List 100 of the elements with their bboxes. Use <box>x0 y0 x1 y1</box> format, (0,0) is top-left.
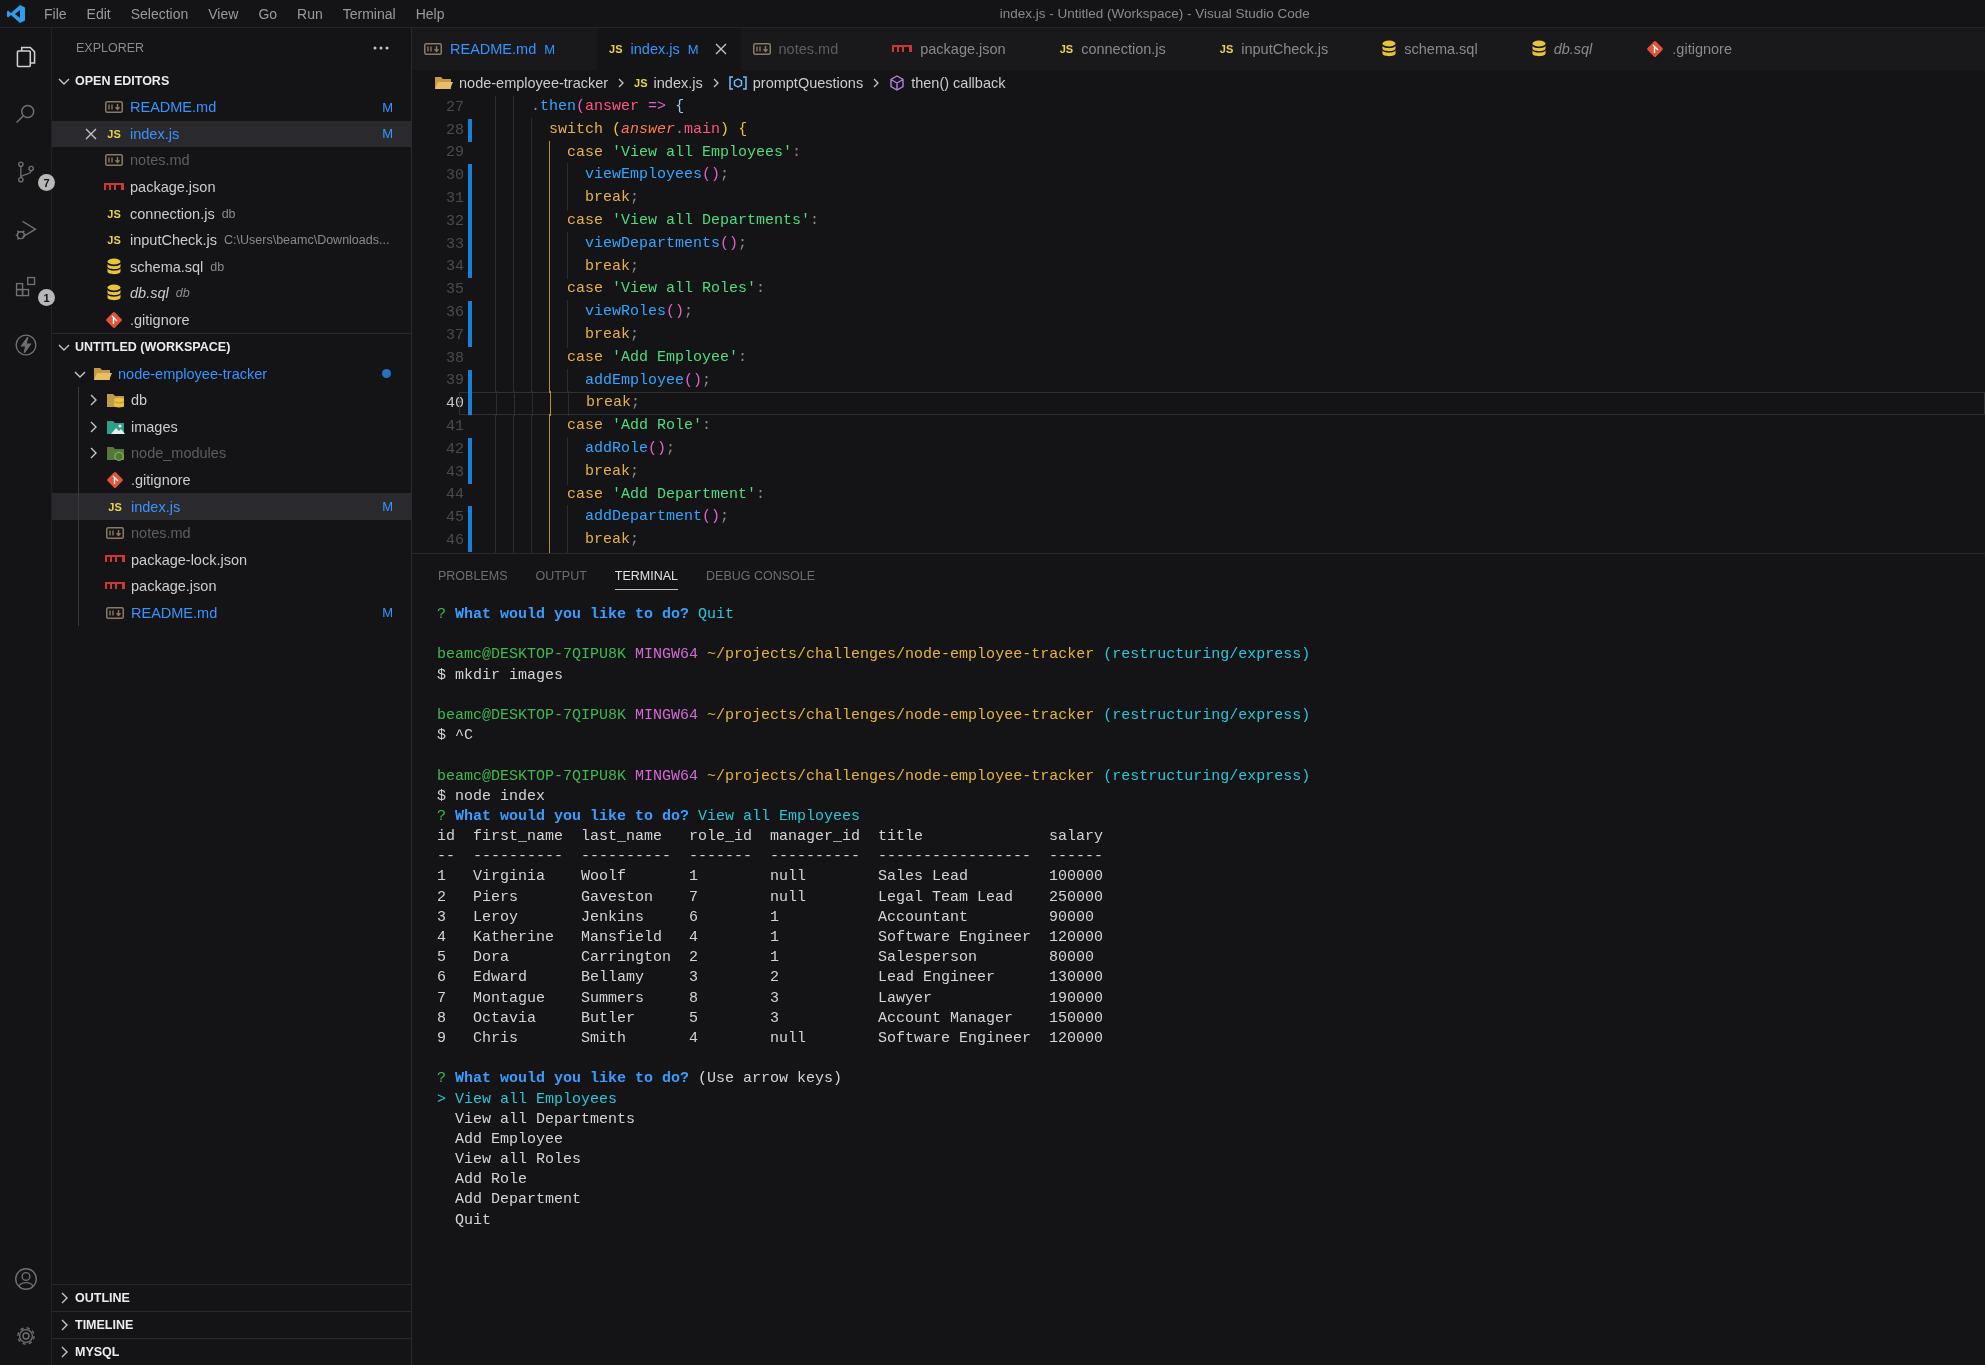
menu-item[interactable]: Run <box>297 5 323 22</box>
table-cell-text: 3 <box>689 968 700 989</box>
table-cell-text: 4 <box>689 1028 700 1049</box>
panel-tab[interactable]: DEBUG CONSOLE <box>706 562 816 590</box>
column-header: manager_id <box>770 827 862 848</box>
menu-choice[interactable]: Add Department <box>437 1190 582 1211</box>
open-editor-item[interactable]: JS connection.js db <box>52 200 411 227</box>
table-cell-text: Piers <box>473 887 519 908</box>
menu-item[interactable]: File <box>44 5 67 22</box>
open-editor-item[interactable]: db.sql db <box>52 280 411 307</box>
code-line: addRole(); <box>495 437 676 461</box>
panel-tab[interactable]: OUTPUT <box>535 562 587 590</box>
table-cell-text: 7 <box>689 887 700 908</box>
table-cell-text: Octavia <box>473 1008 537 1029</box>
table-cell-text: Lead Engineer <box>878 968 997 989</box>
tree-item[interactable]: images <box>52 413 411 441</box>
section-header[interactable]: OPEN EDITORS <box>52 68 411 94</box>
open-editor-item[interactable]: JS inputCheck.js C:\Users\beamc\Downloads... <box>52 226 411 254</box>
editor-tab[interactable]: schema.sql <box>1370 28 1520 70</box>
image-folder-icon <box>105 418 125 435</box>
code-line: viewRoles(); <box>495 301 694 324</box>
open-editor-item[interactable]: package.json <box>52 173 411 201</box>
more-icon[interactable] <box>373 46 389 50</box>
code-line: .then(answer => { <box>495 96 685 119</box>
tree-item[interactable]: db <box>52 386 411 414</box>
header-underline: ---------- <box>581 847 673 868</box>
editor-tab[interactable]: JS index.js M <box>597 28 741 70</box>
table-cell-text: Mansfield <box>581 928 664 948</box>
package-icon <box>105 581 125 591</box>
line-number: 34 <box>445 258 464 276</box>
section-header[interactable]: TIMELINE <box>52 1311 411 1338</box>
table-cell-text: Accountant <box>878 907 970 928</box>
editor-tab[interactable]: package.json <box>880 28 1048 70</box>
tree-item[interactable]: node-employee-tracker <box>52 360 411 387</box>
account-icon[interactable] <box>13 1266 38 1291</box>
close-icon[interactable] <box>85 127 97 140</box>
editor-tab[interactable]: db.sql <box>1519 28 1635 70</box>
section-header[interactable]: MYSQL <box>52 1338 411 1365</box>
js-icon: JS <box>1059 43 1074 55</box>
table-cell: 150000 <box>1049 1008 1104 1029</box>
close-icon[interactable] <box>714 43 727 55</box>
table-cell-text: Smith <box>581 1028 628 1049</box>
code-line: viewEmployees(); <box>495 164 730 188</box>
markdown-icon <box>105 101 123 114</box>
menu-choice[interactable]: Quit <box>437 1210 491 1231</box>
column-header: title <box>878 827 925 848</box>
section-header[interactable]: OUTLINE <box>52 1284 411 1311</box>
table-cell-text: 1 <box>770 907 781 928</box>
editor-tab[interactable]: README.md M <box>412 28 598 70</box>
breadcrumb-item[interactable]: index.js <box>653 75 703 91</box>
menu-choice[interactable]: Add Role <box>437 1170 527 1191</box>
menu-item[interactable]: Selection <box>130 5 189 22</box>
table-cell-text: 3 <box>437 907 447 928</box>
terminal-line: $ ^C <box>437 727 473 745</box>
lightning-icon[interactable] <box>13 332 38 357</box>
line-number: 30 <box>445 167 464 185</box>
editor-tab[interactable]: .gitignore <box>1634 28 1774 70</box>
editor-tab[interactable]: JS connection.js <box>1047 28 1208 70</box>
table-cell-text: 5 <box>437 948 447 969</box>
menu-item[interactable]: Go <box>258 5 278 22</box>
tree-item[interactable]: JS index.js M <box>52 493 411 520</box>
menu-choice[interactable]: Add Employee <box>437 1129 564 1151</box>
open-editor-item[interactable]: JS index.js M <box>52 120 411 148</box>
breadcrumb-item[interactable]: then() callback <box>911 75 1006 91</box>
code-line: switch (answer.main) { <box>495 118 748 142</box>
database-icon <box>107 284 121 303</box>
table-cell-text: Edward <box>473 968 528 989</box>
js-icon: JS <box>107 207 121 220</box>
breadcrumb-item[interactable]: node-employee-tracker <box>459 75 609 91</box>
panel-tab[interactable]: PROBLEMS <box>438 562 508 590</box>
window-title: index.js - Untitled (Workspace) - Visual Studio Code <box>999 6 1310 21</box>
table-cell-text: 2 <box>689 948 700 969</box>
menu-choice[interactable]: View all Roles <box>437 1150 582 1171</box>
folder-icon <box>105 445 125 462</box>
table-cell-text: 8 <box>689 988 700 1009</box>
table-cell: 250000 <box>1049 887 1104 908</box>
open-editor-item[interactable]: schema.sql db <box>52 253 411 281</box>
terminal-line: $ mkdir images <box>437 666 564 684</box>
panel-tab[interactable]: TERMINAL <box>614 562 679 590</box>
js-icon: JS <box>108 500 122 513</box>
code-line: break; <box>495 529 640 552</box>
breadcrumb-item[interactable]: promptQuestions <box>752 75 864 91</box>
editor-tab[interactable]: JS inputCheck.js <box>1207 28 1371 70</box>
menu-choice[interactable]: > View all Employees <box>437 1089 618 1110</box>
tree-item[interactable]: README.md M <box>52 599 411 627</box>
table-cell-text: Bellamy <box>581 968 646 989</box>
tree-item[interactable]: package.json <box>52 573 411 600</box>
column-header: first_name <box>473 827 564 848</box>
database-icon <box>1382 40 1397 58</box>
table-cell-text: 5 <box>689 1008 700 1029</box>
open-editor-item[interactable]: .gitignore <box>52 306 411 334</box>
section-header[interactable]: UNTITLED (WORKSPACE) <box>52 333 411 361</box>
menu-item[interactable]: Help <box>415 5 445 22</box>
line-number: 37 <box>445 326 464 344</box>
menu-choice[interactable]: View all Departments <box>437 1109 636 1130</box>
menu-item[interactable]: View <box>208 5 239 22</box>
menu-item[interactable]: Edit <box>86 5 111 22</box>
menu-item[interactable]: Terminal <box>342 5 396 22</box>
open-editor-item[interactable]: README.md M <box>52 94 411 121</box>
tree-item[interactable]: package-lock.json <box>52 546 411 574</box>
